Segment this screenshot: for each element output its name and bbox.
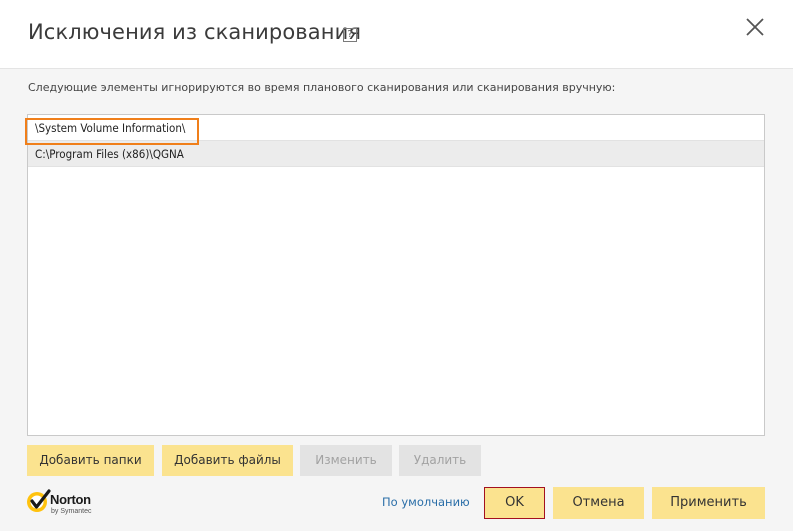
exclusions-description: Следующие элементы игнорируются во время…: [28, 81, 616, 94]
help-icon[interactable]: ?: [343, 28, 357, 42]
restore-defaults-link[interactable]: По умолчанию: [382, 495, 470, 509]
apply-button[interactable]: Применить: [652, 487, 765, 519]
dialog-header: Исключения из сканирования ?: [0, 0, 793, 68]
close-icon[interactable]: [745, 17, 765, 37]
norton-logo-name: Norton: [50, 492, 91, 507]
edit-button[interactable]: Изменить: [300, 445, 392, 476]
cancel-button[interactable]: Отмена: [553, 487, 644, 519]
norton-logo-sub: by Symantec: [51, 508, 92, 515]
delete-button[interactable]: Удалить: [399, 445, 481, 476]
dialog-content: Следующие элементы игнорируются во время…: [0, 68, 793, 531]
exclusion-item-selected[interactable]: C:\Program Files (x86)\QGNA: [28, 141, 764, 167]
norton-logo: Norton by Symantec: [26, 488, 106, 520]
dialog-title: Исключения из сканирования: [28, 20, 362, 44]
exclusion-item[interactable]: \System Volume Information\: [28, 115, 764, 141]
ok-button[interactable]: OK: [484, 487, 545, 519]
exclusions-list[interactable]: \System Volume Information\ C:\Program F…: [25, 114, 765, 436]
add-files-button[interactable]: Добавить файлы: [162, 445, 293, 476]
add-folders-button[interactable]: Добавить папки: [27, 445, 154, 476]
